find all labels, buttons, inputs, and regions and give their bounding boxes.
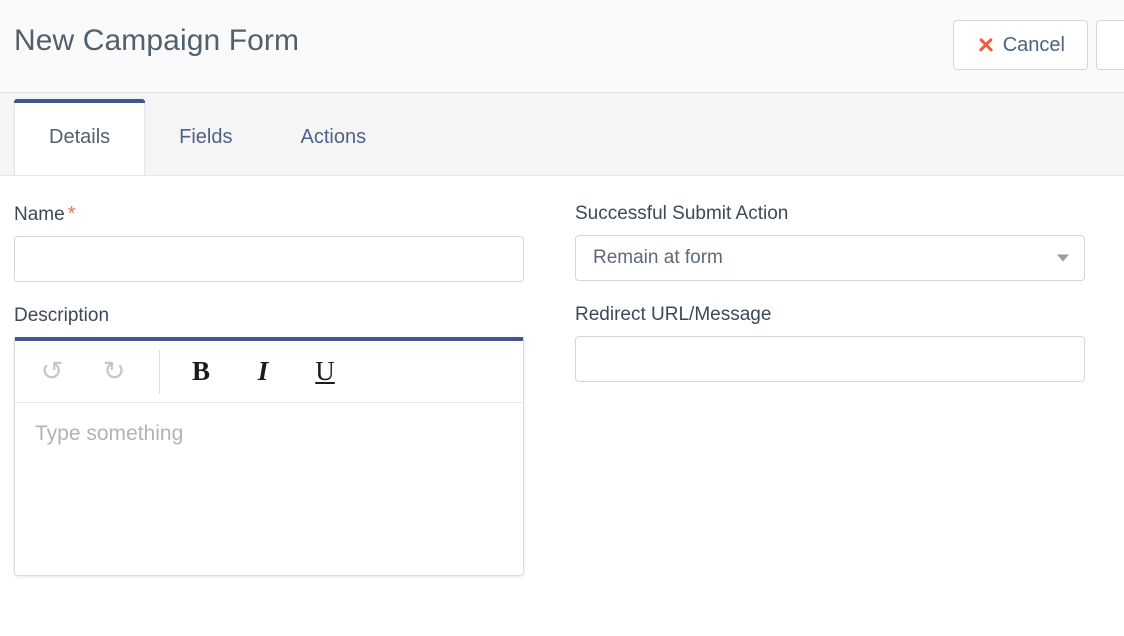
description-field-label: Description [14,305,110,326]
tab-details[interactable]: Details [14,99,146,175]
tab-fields[interactable]: Fields [145,99,266,175]
cancel-button-label: Cancel [1002,33,1065,56]
required-asterisk: * [67,203,76,225]
page-header: New Campaign Form Cancel [0,0,1124,93]
italic-button[interactable]: I [232,345,294,399]
bold-button[interactable]: B [170,345,232,399]
redo-icon: ↻ [102,356,126,387]
redo-button[interactable]: ↻ [83,345,145,399]
undo-button[interactable]: ↺ [21,345,83,399]
submit-action-selected-value: Remain at form [593,247,723,268]
tab-fields-label: Fields [179,125,233,148]
redirect-field-label: Redirect URL/Message [575,304,772,325]
tab-actions[interactable]: Actions [267,99,401,175]
submit-action-field-label: Successful Submit Action [575,203,789,224]
form-column-left: Name * Description ↺ ↻ B I U Type someth… [14,202,524,576]
cancel-button[interactable]: Cancel [952,20,1088,70]
name-input[interactable] [14,236,524,282]
bold-icon: B [191,356,210,386]
description-editor-area[interactable]: Type something [15,403,523,575]
editor-toolbar: ↺ ↻ B I U [15,341,523,403]
form-body: Name * Description ↺ ↻ B I U Type someth… [0,176,1124,636]
form-column-right: Successful Submit Action Remain at form … [575,202,1085,382]
underline-button[interactable]: U [294,345,356,399]
header-action-group: Cancel [952,20,1124,70]
toolbar-divider [159,349,160,394]
redirect-input[interactable] [575,336,1085,382]
secondary-action-button[interactable] [1096,20,1124,70]
italic-icon: I [257,356,269,386]
name-field-label: Name * [14,202,524,227]
underline-icon: U [315,356,335,386]
description-rich-text-editor: ↺ ↻ B I U Type something [14,337,524,576]
submit-action-select[interactable]: Remain at form [575,235,1085,281]
close-x-icon [978,37,994,53]
tab-details-label: Details [49,125,111,148]
tab-actions-label: Actions [300,125,367,148]
page-title: New Campaign Form [14,24,300,57]
description-placeholder: Type something [35,422,184,445]
name-label-text: Name [14,204,65,225]
undo-icon: ↺ [40,356,64,387]
tab-bar: Details Fields Actions [0,93,1124,176]
submit-action-select-wrapper: Remain at form [575,235,1085,281]
